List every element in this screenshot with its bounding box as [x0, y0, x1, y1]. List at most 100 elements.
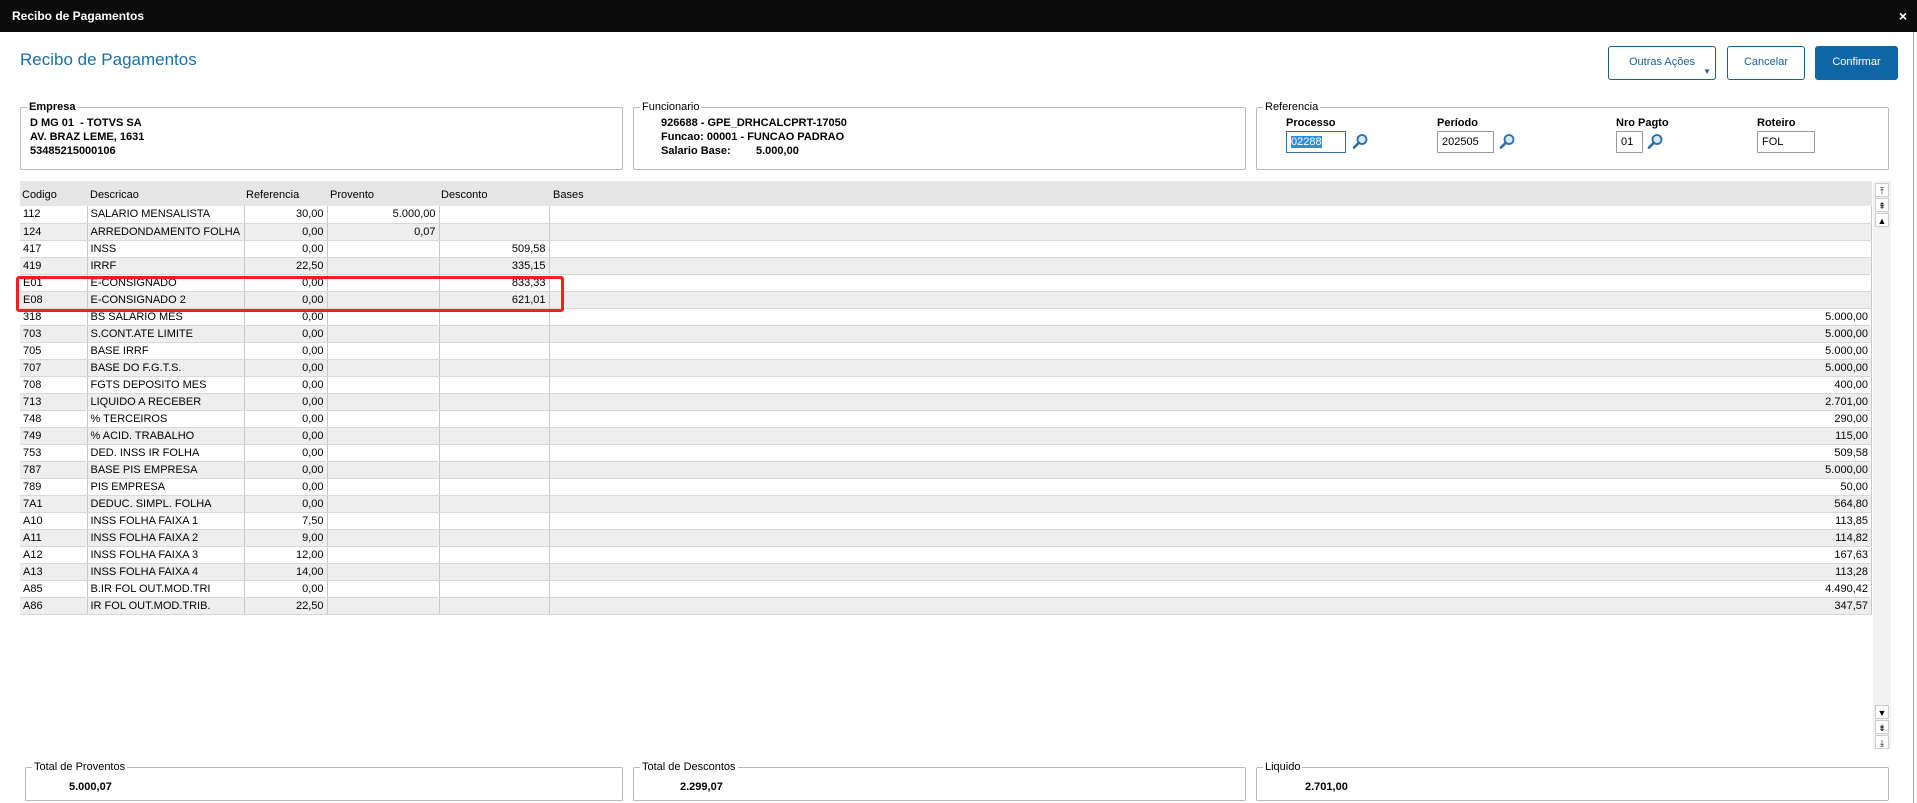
- cell-referencia: 0,00: [244, 359, 328, 377]
- scroll-bottom-icon[interactable]: ⤓: [1875, 735, 1889, 749]
- col-descricao[interactable]: Descricao: [90, 189, 139, 201]
- cell-desconto: [439, 223, 550, 241]
- table-row[interactable]: 707 BASE DO F.G.T.S. 0,00 5.000,00: [20, 359, 1872, 377]
- funcionario-legend: Funcionario: [640, 101, 702, 113]
- table-row[interactable]: 419 IRRF 22,50 335,15: [20, 257, 1872, 275]
- cell-desconto: [439, 597, 550, 615]
- nro-pagto-input[interactable]: 01: [1616, 131, 1643, 153]
- window-title: Recibo de Pagamentos: [12, 9, 145, 23]
- col-referencia[interactable]: Referencia: [246, 189, 299, 201]
- cell-bases: 564,80: [549, 495, 1872, 513]
- cell-desconto: [439, 427, 550, 445]
- grid-scrollbar[interactable]: ⤒ ⇞ ▲ ▼ ⇟ ⤓: [1873, 181, 1891, 749]
- cell-descricao: % ACID. TRABALHO: [87, 427, 245, 445]
- periodo-input[interactable]: 202505: [1437, 131, 1494, 153]
- page-title: Recibo de Pagamentos: [20, 50, 197, 69]
- table-row[interactable]: 789 PIS EMPRESA 0,00 50,00: [20, 478, 1872, 496]
- processo-magnifier-icon[interactable]: [1352, 133, 1369, 150]
- cell-descricao: ARREDONDAMENTO FOLHA: [87, 223, 245, 241]
- cell-codigo: 703: [20, 325, 88, 343]
- cell-provento: 5.000,00: [327, 206, 440, 224]
- cell-provento: [327, 359, 440, 377]
- table-row[interactable]: 7A1 DEDUC. SIMPL. FOLHA 0,00 564,80: [20, 495, 1872, 513]
- cell-codigo: 713: [20, 393, 88, 411]
- col-bases[interactable]: Bases: [553, 189, 584, 201]
- cell-descricao: LIQUIDO A RECEBER: [87, 393, 245, 411]
- table-row[interactable]: 748% TERCEIROS 0,00 290,00: [20, 410, 1872, 428]
- cell-referencia: 0,00: [244, 342, 328, 360]
- cell-provento: [327, 512, 440, 530]
- table-row[interactable]: A85 B.IR FOL OUT.MOD.TRI 0,00 4.490,42: [20, 580, 1872, 598]
- scroll-page-down-icon[interactable]: ⇟: [1875, 720, 1889, 734]
- nro-pagto-magnifier-icon[interactable]: [1647, 133, 1664, 150]
- cell-provento: [327, 580, 440, 598]
- table-row[interactable]: 787 BASE PIS EMPRESA 0,00 5.000,00: [20, 461, 1872, 479]
- table-row[interactable]: A13 INSS FOLHA FAIXA 4 14,00 113,28: [20, 563, 1872, 581]
- cell-bases: 509,58: [549, 444, 1872, 462]
- cell-descricao: B.IR FOL OUT.MOD.TRI: [87, 580, 245, 598]
- cell-codigo: 789: [20, 478, 88, 496]
- cell-provento: [327, 427, 440, 445]
- cell-desconto: 335,15: [439, 257, 550, 275]
- cell-codigo: 417: [20, 240, 88, 258]
- table-row[interactable]: A86 IR FOL OUT.MOD.TRIB. 22,50 347,57: [20, 597, 1872, 615]
- cell-provento: [327, 444, 440, 462]
- cell-codigo: A11: [20, 529, 88, 547]
- scroll-top-icon[interactable]: ⤒: [1875, 183, 1889, 197]
- total-descontos-value: 2.299,07: [680, 781, 723, 793]
- col-provento[interactable]: Provento: [330, 189, 374, 201]
- table-row[interactable]: 713 LIQUIDO A RECEBER 0,00 2.701,00: [20, 393, 1872, 411]
- total-proventos-group: Total de Proventos 5.000,07: [25, 761, 623, 801]
- cell-desconto: [439, 325, 550, 343]
- table-row[interactable]: 703 S.CONT.ATE LIMITE 0,00 5.000,00: [20, 325, 1872, 343]
- cell-descricao: INSS: [87, 240, 245, 258]
- grid-body: 112 SALARIO MENSALISTA 30,00 5.000,00 124 ARR…: [20, 206, 1872, 615]
- cell-codigo: 787: [20, 461, 88, 479]
- total-descontos-label: Total de Descontos: [640, 761, 738, 773]
- outras-acoes-label: Outras Ações: [1628, 56, 1696, 68]
- cell-bases: 113,28: [549, 563, 1872, 581]
- table-row[interactable]: 417 INSS 0,00 509,58: [20, 240, 1872, 258]
- table-row[interactable]: 749% ACID. TRABALHO 0,00 115,00: [20, 427, 1872, 445]
- confirm-button[interactable]: Confirmar: [1815, 46, 1898, 80]
- close-icon[interactable]: ×: [1899, 8, 1907, 24]
- roteiro-input[interactable]: FOL: [1757, 131, 1815, 153]
- processo-input[interactable]: 02288: [1286, 131, 1346, 153]
- cell-provento: [327, 410, 440, 428]
- cell-provento: 0,07: [327, 223, 440, 241]
- table-row[interactable]: 705 BASE IRRF 0,00 5.000,00: [20, 342, 1872, 360]
- scroll-page-up-icon[interactable]: ⇞: [1875, 198, 1889, 212]
- total-descontos-group: Total de Descontos 2.299,07: [633, 761, 1246, 801]
- cancel-button[interactable]: Cancelar: [1727, 46, 1805, 80]
- liquido-value: 2.701,00: [1305, 781, 1348, 793]
- cell-desconto: [439, 393, 550, 411]
- outras-acoes-button[interactable]: Outras Ações ▼: [1608, 46, 1716, 80]
- cell-bases: [549, 291, 1872, 309]
- table-row[interactable]: A12 INSS FOLHA FAIXA 3 12,00 167,63: [20, 546, 1872, 564]
- table-row[interactable]: 708 FGTS DEPOSITO MES 0,00 400,00: [20, 376, 1872, 394]
- cell-codigo: 708: [20, 376, 88, 394]
- scroll-up-icon[interactable]: ▲: [1875, 213, 1889, 227]
- cell-bases: 5.000,00: [549, 461, 1872, 479]
- verbas-grid: Codigo Descricao Referencia Provento Des…: [20, 181, 1872, 615]
- col-codigo[interactable]: Codigo: [22, 189, 57, 201]
- table-row[interactable]: 124 ARREDONDAMENTO FOLHA 0,00 0,07: [20, 223, 1872, 241]
- periodo-magnifier-icon[interactable]: [1499, 133, 1516, 150]
- cell-codigo: 419: [20, 257, 88, 275]
- cell-codigo: A13: [20, 563, 88, 581]
- cell-codigo: A85: [20, 580, 88, 598]
- scroll-down-icon[interactable]: ▼: [1875, 705, 1889, 719]
- table-row[interactable]: 753 DED. INSS IR FOLHA 0,00 509,58: [20, 444, 1872, 462]
- cell-provento: [327, 478, 440, 496]
- table-row[interactable]: A10 INSS FOLHA FAIXA 1 7,50 113,85: [20, 512, 1872, 530]
- processo-label: Processo: [1286, 117, 1336, 129]
- cell-referencia: 0,00: [244, 376, 328, 394]
- col-desconto[interactable]: Desconto: [441, 189, 487, 201]
- periodo-label: Período: [1437, 117, 1478, 129]
- window-titlebar: Recibo de Pagamentos ×: [0, 0, 1917, 32]
- table-row[interactable]: 112 SALARIO MENSALISTA 30,00 5.000,00: [20, 206, 1872, 224]
- cell-descricao: IRRF: [87, 257, 245, 275]
- cell-descricao: INSS FOLHA FAIXA 4: [87, 563, 245, 581]
- cell-referencia: 22,50: [244, 597, 328, 615]
- table-row[interactable]: A11 INSS FOLHA FAIXA 2 9,00 114,82: [20, 529, 1872, 547]
